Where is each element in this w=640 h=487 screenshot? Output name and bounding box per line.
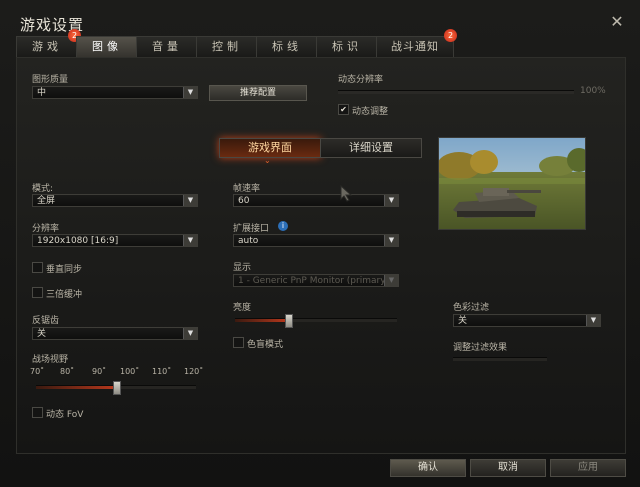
tab-bar: 游戏 2 图像 音量 控制 标线 标识 战斗通知 2	[16, 29, 620, 57]
recommend-button[interactable]: 推荐配置	[209, 85, 307, 101]
chevron-down-icon: ▼	[183, 195, 197, 206]
fov-label: 战场视野	[32, 355, 69, 365]
extension-label: 扩展接口	[233, 224, 270, 234]
chevron-down-icon: ▼	[384, 275, 398, 286]
vsync-checkbox[interactable]	[32, 262, 43, 273]
brightness-label: 亮度	[233, 303, 252, 313]
resolution-select[interactable]: 1920x1080 [16:9] ▼	[32, 234, 198, 247]
fov-tick: 70˚	[30, 367, 45, 376]
resolution-label: 分辨率	[32, 224, 60, 234]
fov-tick: 100˚	[120, 367, 140, 376]
slider-fill	[338, 91, 574, 94]
select-value: 中	[37, 88, 47, 98]
dynamic-resolution-label: 动态分辨率	[338, 75, 384, 85]
dynamic-fov-checkbox[interactable]	[32, 407, 43, 418]
framerate-label: 帧速率	[233, 184, 261, 194]
dynamic-adjust-checkbox[interactable]: ✔	[338, 104, 349, 115]
antialias-select[interactable]: 关 ▼	[32, 327, 198, 340]
slider-thumb[interactable]	[113, 381, 121, 395]
filter-effect-label: 调整过滤效果	[453, 343, 508, 353]
display-label: 显示	[233, 263, 252, 273]
display-select: 1 - Generic PnP Monitor (primary) ▼	[233, 274, 399, 287]
extension-select[interactable]: auto ▼	[233, 234, 399, 247]
tab-graphics[interactable]: 图像	[76, 36, 138, 57]
vsync-label: 垂直同步	[46, 265, 83, 275]
tab-label: 标识	[332, 40, 362, 53]
ok-button[interactable]: 确认	[390, 459, 466, 477]
chevron-down-icon: ▼	[183, 328, 197, 339]
mode-label: 模式:	[32, 184, 54, 194]
tab-game[interactable]: 游戏 2	[16, 29, 81, 57]
settings-panel	[16, 57, 626, 454]
select-value: 关	[458, 316, 468, 326]
cancel-button[interactable]: 取消	[470, 459, 546, 477]
colorblind-checkbox[interactable]	[233, 337, 244, 348]
tab-controls[interactable]: 控制	[196, 36, 258, 57]
dynamic-resolution-percent: 100%	[580, 86, 606, 96]
slider-fill	[235, 319, 289, 322]
graphics-quality-select[interactable]: 中 ▼	[32, 86, 198, 99]
chevron-down-icon: ▼	[183, 87, 197, 98]
chevron-down-icon: ▼	[183, 235, 197, 246]
antialias-label: 反锯齿	[32, 316, 60, 326]
colorblind-label: 色盲模式	[247, 340, 284, 350]
select-value: auto	[238, 236, 259, 246]
chevron-down-icon: ▼	[384, 235, 398, 246]
info-icon[interactable]: i	[278, 221, 288, 231]
fov-tick: 120˚	[184, 367, 204, 376]
slider-thumb[interactable]	[285, 314, 293, 328]
select-value: 1920x1080 [16:9]	[37, 236, 119, 246]
subtab-label: 详细设置	[349, 141, 393, 154]
slider-fill	[36, 386, 116, 389]
subtab-detailed[interactable]: 详细设置	[320, 138, 422, 158]
fov-tick: 80˚	[60, 367, 75, 376]
select-value: 关	[37, 329, 47, 339]
select-value: 1 - Generic PnP Monitor (primary)	[238, 276, 390, 286]
framerate-select[interactable]: 60 ▼	[233, 194, 399, 207]
color-filter-select[interactable]: 关 ▼	[453, 314, 601, 327]
tab-label: 标线	[272, 40, 302, 53]
tab-label: 控制	[212, 40, 242, 53]
tab-reticle[interactable]: 标线	[256, 36, 318, 57]
triple-buffer-label: 三倍缓冲	[46, 290, 83, 300]
tab-label: 战斗通知	[391, 40, 439, 53]
fov-slider[interactable]	[36, 381, 196, 395]
tab-sound[interactable]: 音量	[136, 36, 198, 57]
tab-markers[interactable]: 标识	[316, 36, 378, 57]
filter-effect-slider	[453, 357, 547, 361]
subtab-label: 游戏界面	[248, 141, 292, 154]
tab-label: 图像	[92, 40, 122, 53]
mode-select[interactable]: 全屏 ▼	[32, 194, 198, 207]
mouse-cursor-icon	[340, 185, 353, 202]
active-caret-icon: ⌄	[264, 156, 271, 165]
tank-preview-image	[438, 137, 586, 230]
select-value: 60	[238, 196, 250, 206]
brightness-slider[interactable]	[235, 314, 397, 328]
select-value: 全屏	[37, 196, 56, 206]
triple-buffer-checkbox[interactable]	[32, 287, 43, 298]
close-icon[interactable]: ✕	[609, 14, 625, 30]
settings-window: 游戏设置 ✕ 游戏 2 图像 音量 控制 标线 标识 战斗通知 2 图形质量 中 ▼ …	[0, 0, 640, 487]
fov-tick: 90˚	[92, 367, 107, 376]
dynamic-adjust-label: 动态调整	[352, 107, 389, 117]
fov-tick: 110˚	[152, 367, 172, 376]
color-filter-label: 色彩过滤	[453, 303, 490, 313]
chevron-down-icon: ▼	[384, 195, 398, 206]
chevron-down-icon: ▼	[586, 315, 600, 326]
tab-battle-notifications[interactable]: 战斗通知 2	[376, 29, 457, 57]
tab-label: 音量	[152, 40, 182, 53]
dynamic-fov-label: 动态 FoV	[46, 410, 84, 420]
graphics-quality-label: 图形质量	[32, 75, 69, 85]
notification-badge: 2	[444, 29, 457, 42]
tab-label: 游戏	[32, 40, 62, 53]
subtab-interface[interactable]: 游戏界面	[219, 138, 321, 158]
dynamic-resolution-slider[interactable]	[338, 90, 574, 94]
apply-button[interactable]: 应用	[550, 459, 626, 477]
